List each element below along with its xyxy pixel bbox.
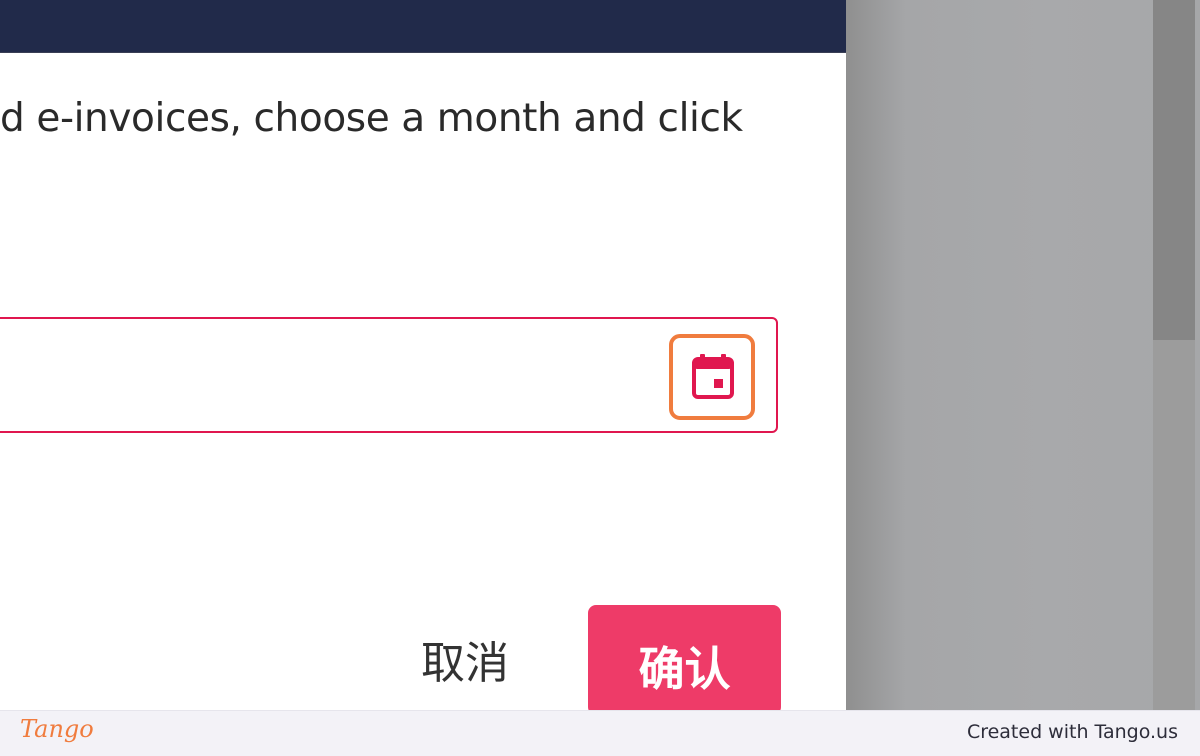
credit-text: Created with Tango.us [966,721,1178,743]
screen: d e-invoices, choose a month and click 取… [0,0,1200,710]
dialog-header [0,0,846,53]
footer: Tango Created with Tango.us [0,710,1200,756]
instruction-text: d e-invoices, choose a month and click [0,96,743,141]
tango-logo: Tango [20,715,94,743]
cancel-button[interactable]: 取消 [410,626,520,692]
modal-backdrop [846,0,1200,710]
month-input[interactable] [0,317,778,433]
scrollbar-thumb[interactable] [1153,0,1195,340]
confirm-button[interactable]: 确认 [588,605,781,710]
calendar-icon[interactable] [691,354,735,400]
